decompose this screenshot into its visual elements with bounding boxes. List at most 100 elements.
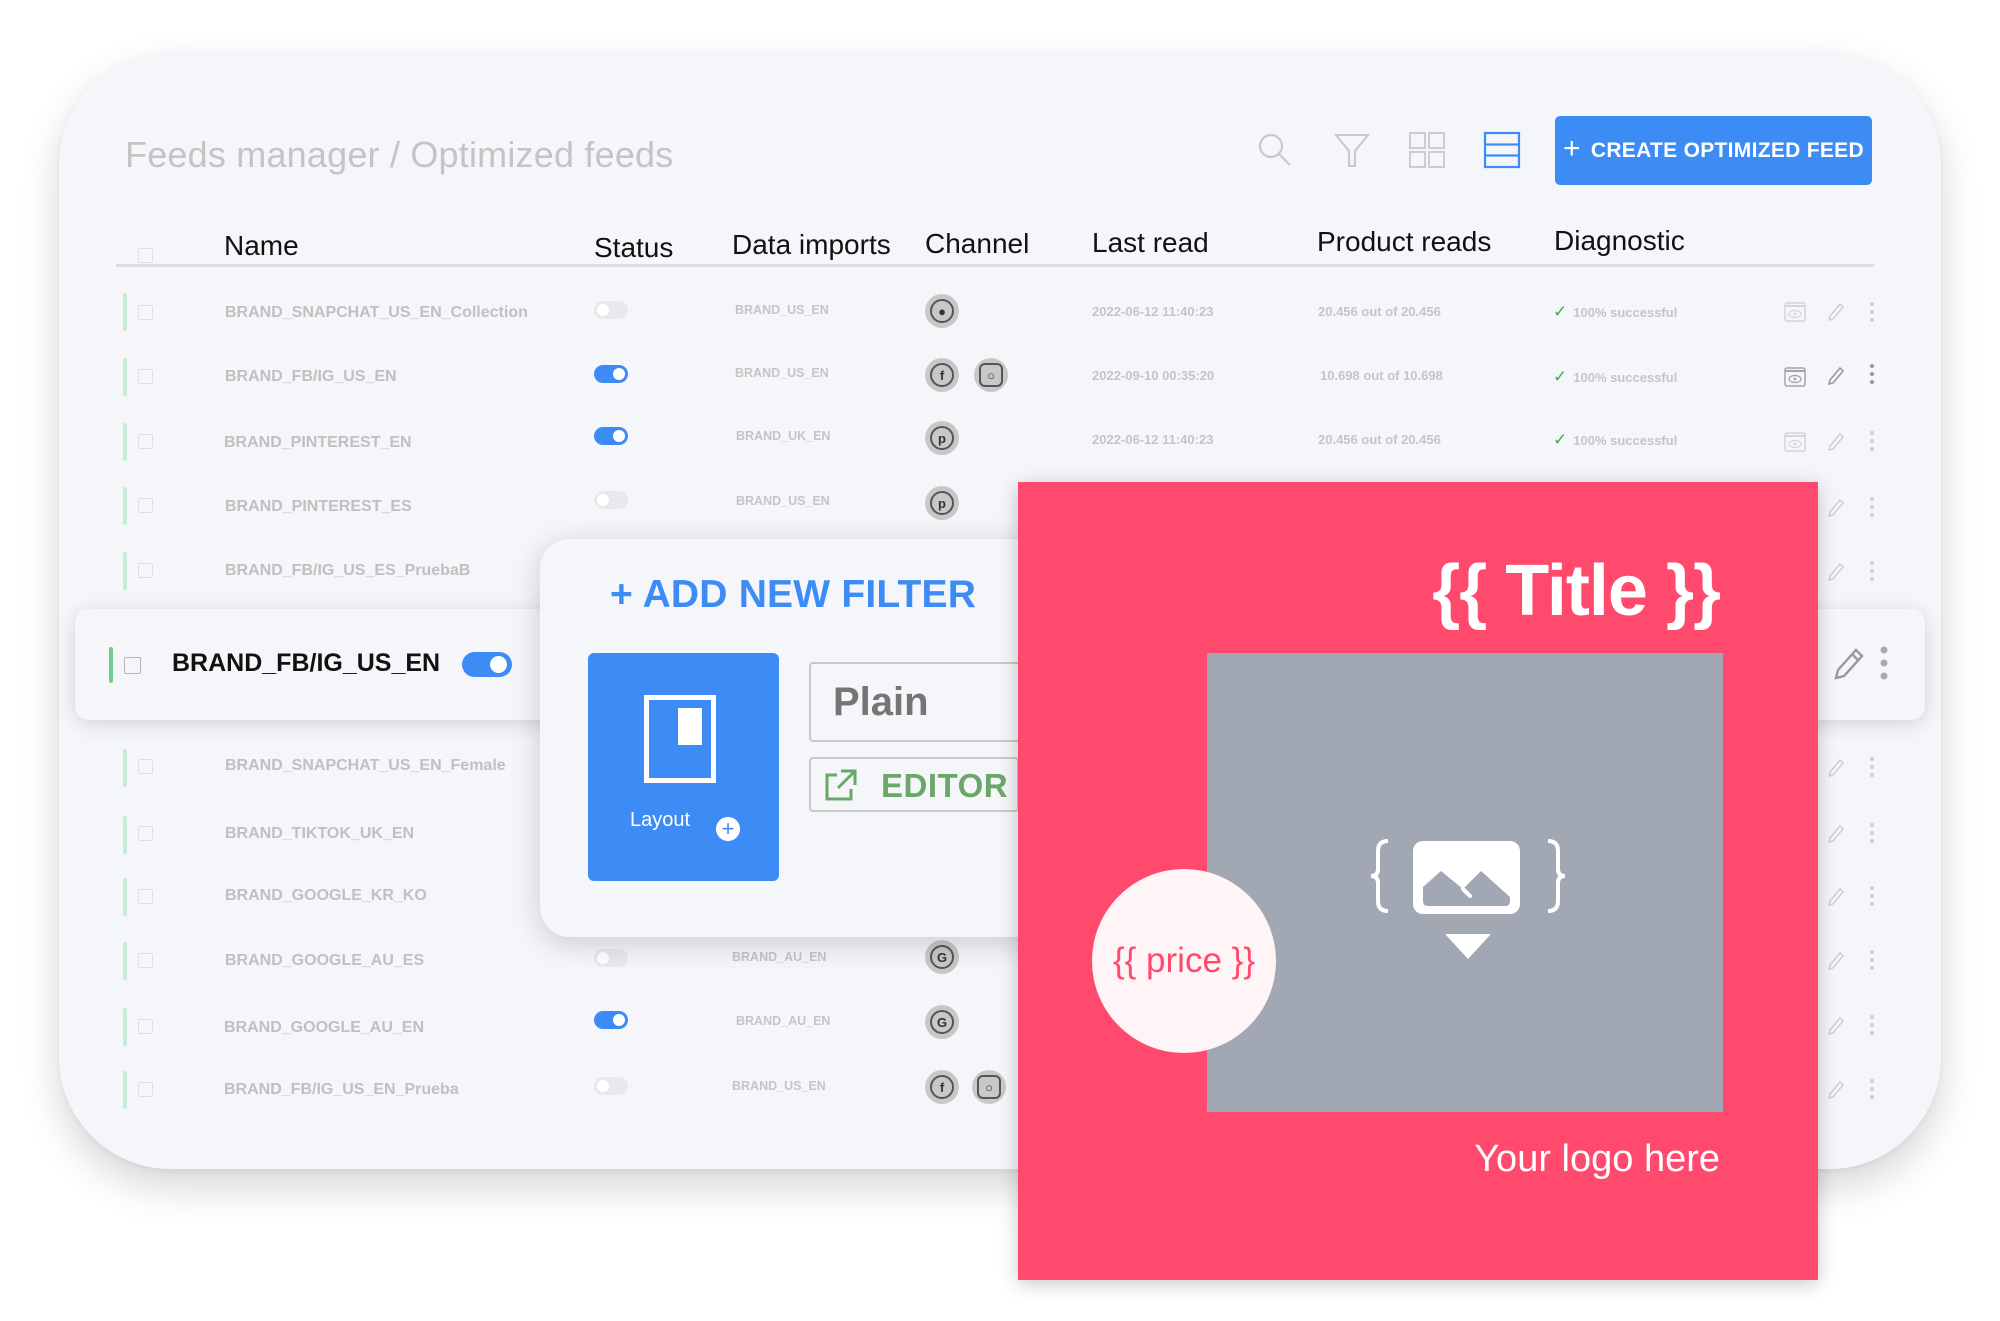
row-checkbox[interactable] (124, 657, 141, 674)
edit-button[interactable] (1827, 366, 1845, 391)
status-toggle[interactable] (594, 1077, 628, 1095)
status-toggle[interactable] (462, 652, 512, 677)
more-options-button[interactable] (1879, 645, 1889, 688)
last-read: 2022-06-12 11:40:23 (1092, 432, 1214, 447)
more-options-button[interactable] (1869, 430, 1875, 457)
row-checkbox[interactable] (138, 563, 153, 578)
column-header-product-reads[interactable]: Product reads (1317, 226, 1491, 258)
status-toggle[interactable] (594, 491, 628, 509)
row-checkbox[interactable] (138, 953, 153, 968)
feed-name[interactable]: BRAND_SNAPCHAT_US_EN_Female (225, 757, 506, 775)
data-import: BRAND_UK_EN (736, 429, 831, 443)
edit-button[interactable] (1827, 562, 1845, 587)
google-icon: G (925, 940, 959, 974)
select-all-checkbox[interactable] (138, 248, 153, 263)
column-header-status[interactable]: Status (594, 232, 673, 264)
preview-button[interactable] (1784, 302, 1806, 327)
more-options-button[interactable] (1869, 496, 1875, 523)
status-toggle[interactable] (594, 949, 628, 967)
preview-button[interactable] (1784, 432, 1806, 457)
feed-name[interactable]: BRAND_PINTEREST_EN (224, 434, 412, 452)
preview-button[interactable] (1784, 367, 1806, 392)
breadcrumb: Feeds manager / Optimized feeds (125, 134, 674, 175)
edit-button[interactable] (1827, 887, 1845, 912)
row-checkbox[interactable] (138, 305, 153, 320)
more-options-button[interactable] (1869, 822, 1875, 849)
feed-name[interactable]: BRAND_FB/IG_US_EN_Prueba (224, 1081, 459, 1099)
feed-name[interactable]: BRAND_FB/IG_US_EN (172, 649, 440, 678)
edit-button[interactable] (1827, 1016, 1845, 1041)
column-header-last-read[interactable]: Last read (1092, 227, 1209, 259)
row-checkbox[interactable] (138, 369, 153, 384)
feed-name[interactable]: BRAND_PINTEREST_ES (225, 498, 412, 516)
more-options-button[interactable] (1869, 301, 1875, 328)
table-row[interactable]: BRAND_PINTEREST_EN BRAND_UK_EN p 2022-06… (0, 410, 2000, 470)
edit-button[interactable] (1827, 951, 1845, 976)
status-toggle[interactable] (594, 365, 628, 383)
grid-view-button[interactable] (1405, 128, 1449, 172)
feed-name[interactable]: BRAND_GOOGLE_AU_EN (224, 1019, 424, 1037)
feed-name[interactable]: BRAND_SNAPCHAT_US_EN_Collection (225, 304, 528, 322)
more-options-button[interactable] (1869, 560, 1875, 587)
pencil-icon (1827, 366, 1845, 386)
column-header-diagnostic[interactable]: Diagnostic (1554, 225, 1685, 257)
product-reads: 20.456 out of 20.456 (1318, 432, 1441, 447)
data-import: BRAND_US_EN (735, 303, 829, 317)
column-header-name[interactable]: Name (224, 230, 299, 262)
data-import: BRAND_AU_EN (732, 950, 827, 964)
edit-button[interactable] (1827, 1080, 1845, 1105)
row-status-bar (123, 878, 127, 916)
more-options-button[interactable] (1869, 756, 1875, 783)
more-options-button[interactable] (1869, 1078, 1875, 1105)
status-toggle[interactable] (594, 427, 628, 445)
feed-name[interactable]: BRAND_TIKTOK_UK_EN (225, 825, 414, 843)
edit-button[interactable] (1833, 647, 1865, 686)
more-options-button[interactable] (1869, 885, 1875, 912)
add-new-filter-button[interactable]: + ADD NEW FILTER (610, 573, 976, 617)
row-checkbox[interactable] (138, 1019, 153, 1034)
check-icon: ✓ (1553, 367, 1568, 386)
status-toggle[interactable] (594, 1011, 628, 1029)
create-optimized-feed-button[interactable]: + CREATE OPTIMIZED FEED (1555, 116, 1872, 185)
more-options-button[interactable] (1869, 949, 1875, 976)
column-header-data-imports[interactable]: Data imports (732, 229, 891, 261)
more-options-button[interactable] (1869, 1014, 1875, 1041)
add-circle-icon[interactable]: + (716, 817, 740, 841)
row-checkbox[interactable] (138, 1082, 153, 1097)
row-checkbox[interactable] (138, 434, 153, 449)
list-view-button[interactable] (1480, 128, 1524, 172)
row-checkbox[interactable] (138, 759, 153, 774)
row-checkbox[interactable] (138, 889, 153, 904)
row-status-bar (109, 647, 113, 683)
edit-button[interactable] (1827, 824, 1845, 849)
eye-icon (1784, 432, 1806, 452)
feed-name[interactable]: BRAND_FB/IG_US_ES_PruebaB (225, 562, 470, 580)
more-vertical-icon (1870, 886, 1874, 906)
more-vertical-icon (1870, 497, 1874, 517)
row-status-bar (123, 942, 127, 980)
table-row[interactable]: BRAND_FB/IG_US_EN BRAND_US_EN f ○ 2022-0… (0, 346, 2000, 406)
more-options-button[interactable] (1869, 363, 1875, 390)
status-toggle[interactable] (594, 301, 628, 319)
editor-button[interactable]: EDITOR (809, 757, 1019, 812)
feed-name[interactable]: BRAND_FB/IG_US_EN (225, 368, 397, 386)
edit-button[interactable] (1827, 432, 1845, 457)
edit-button[interactable] (1827, 498, 1845, 523)
search-button[interactable] (1253, 128, 1297, 172)
edit-button[interactable] (1827, 302, 1845, 327)
filter-button[interactable] (1330, 128, 1374, 172)
more-vertical-icon (1870, 1015, 1874, 1035)
row-checkbox[interactable] (138, 498, 153, 513)
feed-name[interactable]: BRAND_GOOGLE_AU_ES (225, 952, 424, 970)
more-vertical-icon (1870, 950, 1874, 970)
row-checkbox[interactable] (138, 826, 153, 841)
edit-button[interactable] (1827, 758, 1845, 783)
column-header-channel[interactable]: Channel (925, 228, 1029, 260)
feed-name[interactable]: BRAND_GOOGLE_KR_KO (225, 887, 427, 905)
layout-button[interactable]: Layout + (588, 653, 779, 881)
check-icon: ✓ (1553, 302, 1568, 321)
row-status-bar (123, 487, 127, 525)
template-preview-card: {{ Title }} {{ price }} Your logo here (1018, 482, 1818, 1280)
more-vertical-icon (1870, 364, 1874, 384)
table-row[interactable]: BRAND_SNAPCHAT_US_EN_Collection BRAND_US… (0, 282, 2000, 342)
